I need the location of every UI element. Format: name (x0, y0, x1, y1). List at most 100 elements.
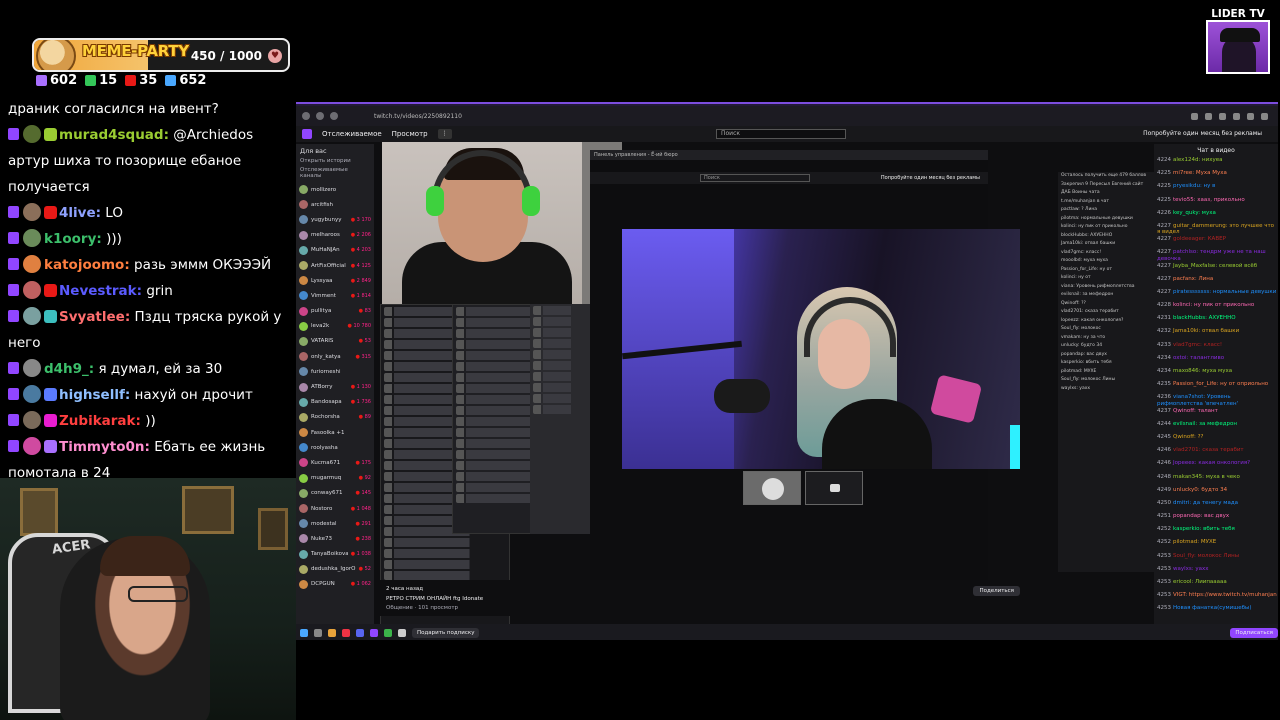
sidebar-channel[interactable]: ArtFixOfficial 4 125 (296, 258, 374, 273)
message-time[interactable]: 4253 (1157, 553, 1171, 559)
message-time[interactable]: 4246 (1157, 460, 1171, 466)
chat-username[interactable]: katojoomo: (44, 257, 130, 273)
message-time[interactable]: 4227 (1157, 263, 1171, 269)
message-time[interactable]: 4233 (1157, 342, 1171, 348)
sidebar-channel[interactable]: leva2k 10 780 (296, 319, 374, 334)
message-time[interactable]: 4225 (1157, 170, 1171, 176)
sidebar-channel[interactable]: modestal 291 (296, 516, 374, 531)
chat-username[interactable]: Svyatlee: (59, 309, 130, 325)
twitch-logo-icon[interactable] (302, 129, 312, 139)
start-icon[interactable] (300, 629, 308, 637)
discord-icon[interactable] (356, 629, 364, 637)
message-time[interactable]: 4226 (1157, 210, 1171, 216)
extension-icon[interactable] (1191, 112, 1198, 120)
nested-search-input[interactable]: Поиск (700, 174, 810, 182)
sidebar-channel[interactable]: ATBorry 1 130 (296, 379, 374, 394)
video-player[interactable] (622, 229, 1020, 469)
forward-icon[interactable] (316, 112, 324, 120)
extension-icon[interactable] (1205, 112, 1212, 120)
twitch-icon[interactable] (370, 629, 378, 637)
extension-icon[interactable] (1219, 112, 1226, 120)
chat-username[interactable]: 4live: (59, 205, 101, 221)
sidebar-channel[interactable]: only_katya 315 (296, 349, 374, 364)
sidebar-channel[interactable]: melharoos 2 206 (296, 228, 374, 243)
message-time[interactable]: 4253 (1157, 579, 1171, 585)
sidebar-channel[interactable]: Lyssyaa 2 849 (296, 273, 374, 288)
message-time[interactable]: 4224 (1157, 157, 1171, 163)
browser-icon[interactable] (342, 629, 350, 637)
app-icon[interactable] (398, 629, 406, 637)
sidebar-channel[interactable]: Fasoolka +1 (296, 425, 374, 440)
extension-icon[interactable] (1247, 112, 1254, 120)
message-time[interactable]: 4227 (1157, 249, 1171, 255)
message-time[interactable]: 4246 (1157, 447, 1171, 453)
message-time[interactable]: 4250 (1157, 500, 1171, 506)
sidebar-channel[interactable]: Kucma671 175 (296, 455, 374, 470)
sidebar-stories-link[interactable]: Открыть истории (296, 158, 374, 167)
message-time[interactable]: 4231 (1157, 315, 1171, 321)
message-time[interactable]: 4225 (1157, 197, 1171, 203)
message-time[interactable]: 4244 (1157, 421, 1171, 427)
message-time[interactable]: 4248 (1157, 474, 1171, 480)
message-time[interactable]: 4245 (1157, 434, 1171, 440)
chat-username[interactable]: Nevestrak: (59, 283, 142, 299)
sidebar-channel[interactable]: yugybunyy 3 170 (296, 212, 374, 227)
folder-icon[interactable] (328, 629, 336, 637)
nav-following[interactable]: Отслеживаемое (322, 130, 382, 138)
message-time[interactable]: 4236 (1157, 394, 1171, 400)
participant-thumbnail[interactable] (743, 471, 801, 505)
browser-address-bar[interactable]: twitch.tv/videos/2250892110 (296, 106, 1278, 126)
sidebar-channel[interactable]: dedushka_IgorOk52 (296, 562, 374, 577)
sidebar-channel[interactable]: conway671 145 (296, 486, 374, 501)
chat-username[interactable]: Timmyto0n: (59, 439, 150, 455)
subscribe-button[interactable]: Подписаться (1230, 628, 1278, 638)
sidebar-channel[interactable]: mugarmuq 92 (296, 471, 374, 486)
message-time[interactable]: 4252 (1157, 526, 1171, 532)
message-time[interactable]: 4227 (1157, 223, 1171, 229)
sidebar-channel[interactable]: MuHaNJAn 4 203 (296, 243, 374, 258)
chat-username[interactable]: k1oory: (44, 231, 102, 247)
sidebar-channel[interactable]: DCPGUN 1 062 (296, 577, 374, 592)
search-input[interactable]: Поиск (716, 129, 846, 139)
back-icon[interactable] (302, 112, 310, 120)
sidebar-channel[interactable]: Nuke73 238 (296, 531, 374, 546)
gift-sub-button[interactable]: Подарить подписку (412, 628, 480, 638)
message-time[interactable]: 4227 (1157, 276, 1171, 282)
message-time[interactable]: 4237 (1157, 408, 1171, 414)
share-button[interactable]: Поделиться (973, 586, 1020, 596)
message-time[interactable]: 4225 (1157, 183, 1171, 189)
message-time[interactable]: 4232 (1157, 328, 1171, 334)
chat-username[interactable]: Zubikarak: (59, 413, 141, 429)
message-time[interactable]: 4235 (1157, 381, 1171, 387)
sidebar-channel[interactable]: TanyaBoikova1 038 (296, 547, 374, 562)
message-time[interactable]: 4227 (1157, 236, 1171, 242)
extension-icon[interactable] (1233, 112, 1240, 120)
sidebar-channel[interactable]: arcitfish (296, 197, 374, 212)
camera-off-thumbnail[interactable] (805, 471, 863, 505)
address-url[interactable]: twitch.tv/videos/2250892110 (374, 113, 462, 120)
app-icon[interactable] (384, 629, 392, 637)
nested-promo-link[interactable]: Попробуйте один месяц без рекламы (881, 175, 980, 181)
reload-icon[interactable] (330, 112, 338, 120)
message-time[interactable]: 4251 (1157, 513, 1171, 519)
sidebar-channel[interactable]: VATARIS 53 (296, 334, 374, 349)
message-time[interactable]: 4234 (1157, 355, 1171, 361)
sidebar-channel[interactable]: Vimment 1 814 (296, 288, 374, 303)
chat-username[interactable]: murad4squad: (59, 127, 169, 143)
sidebar-channel[interactable]: pullitya 83 (296, 304, 374, 319)
sidebar-channel[interactable]: Rochorsha 89 (296, 410, 374, 425)
sidebar-channel[interactable]: mollizero (296, 182, 374, 197)
extension-icon[interactable] (1261, 112, 1268, 120)
nav-browse[interactable]: Просмотр (392, 130, 428, 138)
chat-username[interactable]: highsellf: (59, 387, 130, 403)
sidebar-channel[interactable]: Bandosapa 1 736 (296, 395, 374, 410)
nested-tab-title[interactable]: Панель управления - Ё-ий бюро (590, 150, 988, 160)
sidebar-channel[interactable]: furiorneshi (296, 364, 374, 379)
sidebar-channel[interactable]: Nostoro 1 048 (296, 501, 374, 516)
promo-link[interactable]: Попробуйте один месяц без рекламы (1143, 130, 1262, 137)
message-time[interactable]: 4253 (1157, 605, 1171, 611)
message-time[interactable]: 4227 (1157, 289, 1171, 295)
search-icon[interactable] (314, 629, 322, 637)
more-icon[interactable]: ⋮ (437, 129, 452, 139)
message-time[interactable]: 4228 (1157, 302, 1171, 308)
